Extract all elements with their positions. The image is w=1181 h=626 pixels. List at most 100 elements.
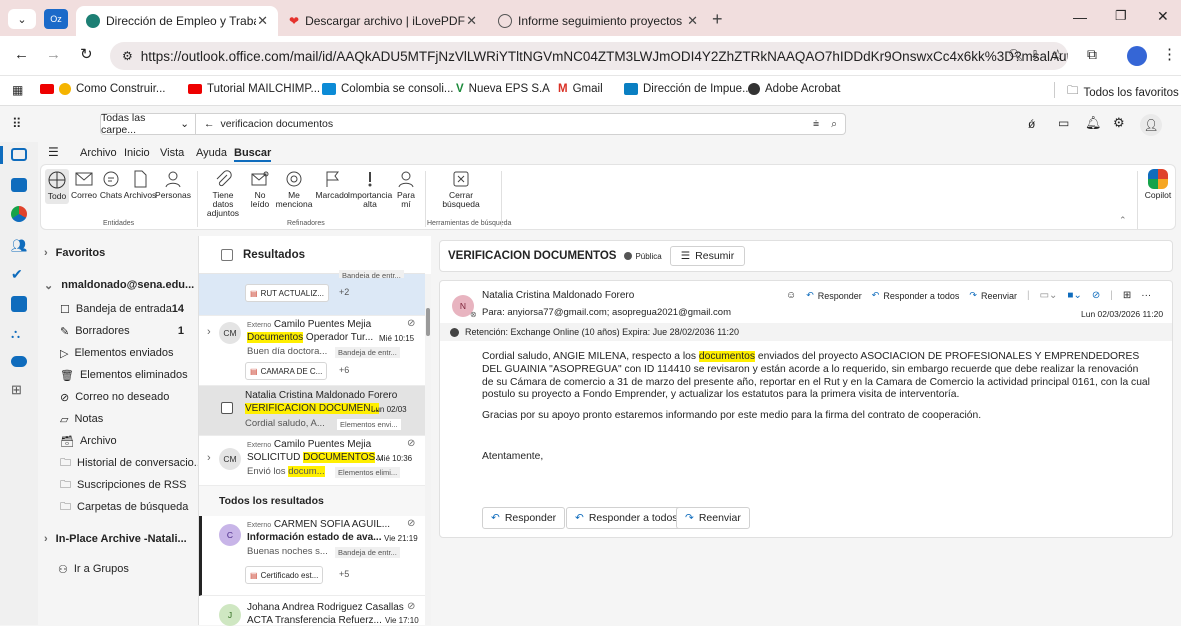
extensions-icon[interactable]: ⧉: [1087, 46, 1097, 63]
scrollbar-thumb[interactable]: [426, 308, 430, 336]
tab-inicio[interactable]: Inicio: [124, 147, 150, 159]
more-apps-icon[interactable]: ⊞: [11, 382, 22, 398]
reload-button[interactable]: ↻: [80, 45, 93, 63]
folder-notes[interactable]: ▱ Notas: [60, 408, 198, 430]
outlook-favicon-icon[interactable]: Oz: [44, 9, 68, 29]
folder-search-folders[interactable]: 🗀 Carpetas de búsqueda: [60, 496, 198, 518]
todo-check-icon[interactable]: ✔: [11, 266, 23, 283]
new-tab-button[interactable]: +: [712, 9, 723, 30]
bookmark-item[interactable]: M Gmail: [558, 83, 603, 95]
apps-grid-icon[interactable]: ▦: [12, 83, 23, 97]
header-reply-all-button[interactable]: ↶ Responder a todos: [872, 290, 960, 301]
more-attachments[interactable]: +5: [339, 569, 349, 579]
install-app-icon[interactable]: ⇩: [1030, 48, 1040, 62]
tab-vista[interactable]: Vista: [160, 147, 184, 159]
summarize-button[interactable]: ☰ Resumir: [669, 246, 746, 266]
close-tab-icon[interactable]: ✕: [466, 13, 477, 29]
filter-people-button[interactable]: Personas: [155, 169, 191, 200]
attachment-chip[interactable]: ▤ CAMARA DE C...: [245, 362, 328, 380]
tab-buscar[interactable]: Buscar: [234, 147, 272, 162]
app-launcher-icon[interactable]: ⠿: [12, 116, 22, 132]
tab-informe-seguimiento[interactable]: Informe seguimiento proyectos ✕: [488, 6, 708, 36]
reply-button[interactable]: ↶ Responder: [482, 507, 566, 529]
bookmark-item[interactable]: Adobe Acrobat: [748, 83, 840, 95]
folder-junk[interactable]: ⊘ Correo no deseado: [60, 386, 198, 408]
list-item[interactable]: Bandeja de entr... ▤ RUT ACTUALIZ... +2: [199, 270, 425, 316]
chevron-right-icon[interactable]: ›: [207, 452, 211, 464]
attachment-chip[interactable]: ▤ RUT ACTUALIZ...: [245, 284, 329, 302]
move-icon[interactable]: ▭⌄: [1040, 290, 1058, 301]
bookmark-star-icon[interactable]: ☆: [1051, 46, 1064, 64]
bookmark-item[interactable]: Dirección de Impue...: [624, 83, 752, 95]
filter-attachments-button[interactable]: Tiene datos adjuntos: [201, 169, 245, 218]
filter-importance-button[interactable]: Importancia alta: [348, 169, 392, 209]
tab-direccion-empleo[interactable]: Dirección de Empleo y Trabajo ✕: [76, 6, 278, 36]
forward-button[interactable]: ↷ Reenviar: [676, 507, 750, 529]
gear-icon[interactable]: ⚙: [1113, 115, 1125, 131]
immersive-reader-icon[interactable]: ⊞: [1123, 290, 1131, 301]
list-item[interactable]: C Externo CARMEN SOFIA AGUIL... ⊘ Inform…: [199, 516, 425, 596]
collapse-ribbon-icon[interactable]: ⌃: [1119, 215, 1127, 226]
org-chart-icon[interactable]: ⛬: [11, 326, 20, 342]
forward-button[interactable]: →: [46, 46, 61, 63]
account-section[interactable]: ⌄ nmaldonado@sena.edu...: [44, 274, 194, 296]
chevron-right-icon[interactable]: ›: [207, 326, 211, 338]
more-attachments[interactable]: +6: [339, 365, 349, 375]
browser-menu-icon[interactable]: ⋮: [1162, 45, 1177, 63]
filter-files-button[interactable]: Archivos: [124, 169, 156, 200]
account-avatar[interactable]: 👤︎: [1140, 114, 1162, 136]
bell-icon[interactable]: 🔔︎: [1085, 115, 1102, 131]
close-window-button[interactable]: ✕: [1157, 8, 1169, 25]
bookmark-item[interactable]: Tutorial MAILCHIMP...: [188, 83, 320, 95]
sender-name[interactable]: Natalia Cristina Maldonado Forero: [482, 290, 634, 301]
close-tab-icon[interactable]: ✕: [257, 13, 268, 29]
folder-deleted[interactable]: 🗑︎ Elementos eliminados: [60, 364, 198, 386]
header-forward-button[interactable]: ↷ Reenviar: [969, 290, 1017, 301]
item-checkbox[interactable]: [221, 402, 233, 414]
filter-chats-button[interactable]: Chats: [99, 169, 123, 200]
calendar-icon[interactable]: [11, 178, 27, 192]
sensitivity-label[interactable]: Pública: [624, 252, 662, 261]
list-item[interactable]: J Johana Andrea Rodriguez Casallas ⊘ ACT…: [199, 596, 425, 626]
folder-conversation-history[interactable]: 🗀 Historial de conversacio...: [60, 452, 203, 474]
copilot-button[interactable]: Copilot: [1143, 169, 1173, 200]
more-attachments[interactable]: +2: [339, 287, 349, 297]
filter-mail-button[interactable]: Correo: [71, 169, 97, 200]
filter-icon[interactable]: ⩧: [813, 118, 819, 131]
folder-archive[interactable]: 🗃︎ Archivo: [60, 430, 198, 452]
profile-avatar[interactable]: [1127, 46, 1147, 66]
teams-icon[interactable]: ǿ: [1028, 117, 1035, 131]
back-button[interactable]: ←: [14, 46, 29, 63]
filter-to-me-button[interactable]: Para mí: [393, 169, 419, 209]
search-input[interactable]: ← verificacion documentos ⩧ ⌕: [196, 113, 846, 135]
filter-mentions-button[interactable]: Me menciona: [275, 169, 313, 209]
close-search-button[interactable]: Cerrar búsqueda: [435, 169, 487, 209]
loop-icon[interactable]: ⊘: [1092, 290, 1100, 301]
hamburger-menu-icon[interactable]: ☰: [48, 145, 59, 159]
list-scrollbar[interactable]: [425, 274, 431, 625]
tab-list-button[interactable]: ⌄: [8, 9, 36, 29]
teams-share-icon[interactable]: ■⌄: [1067, 290, 1081, 301]
folder-drafts[interactable]: ✎ Borradores 1: [60, 320, 198, 342]
in-place-archive-section[interactable]: › In-Place Archive -Natali...: [44, 528, 187, 550]
people-icon[interactable]: 👥︎: [11, 238, 28, 254]
bookmark-item[interactable]: V Nueva EPS S.A: [456, 83, 550, 95]
filter-flagged-button[interactable]: Marcado: [315, 169, 349, 200]
url-field[interactable]: ⚙ https://outlook.office.com/mail/id/AAQ…: [110, 42, 1068, 70]
site-info-icon[interactable]: ⚙: [122, 49, 133, 63]
list-item-selected[interactable]: Natalia Cristina Maldonado Forero VERIFI…: [199, 386, 425, 436]
favorites-section[interactable]: › Favoritos: [44, 242, 105, 264]
back-arrow-icon[interactable]: ←: [204, 118, 215, 130]
minimize-button[interactable]: —: [1073, 9, 1087, 25]
attachment-chip[interactable]: ▤ Certificado est...: [245, 566, 324, 584]
tab-archivo[interactable]: Archivo: [80, 147, 117, 159]
search-scope-dropdown[interactable]: Todas las carpe... ⌄: [100, 112, 196, 136]
list-item[interactable]: › CM Externo Camilo Puentes Mejia ⊘ SOLI…: [199, 436, 425, 486]
bookmark-item[interactable]: Como Construir...: [40, 83, 165, 95]
go-to-groups-link[interactable]: ⚇ Ir a Grupos: [58, 558, 129, 580]
folder-rss[interactable]: 🗀 Suscripciones de RSS: [60, 474, 198, 496]
emoji-icon[interactable]: ☺: [786, 290, 796, 301]
onedrive-icon[interactable]: [11, 356, 27, 367]
filter-unread-button[interactable]: No leído: [247, 169, 273, 209]
close-tab-icon[interactable]: ✕: [687, 13, 698, 29]
